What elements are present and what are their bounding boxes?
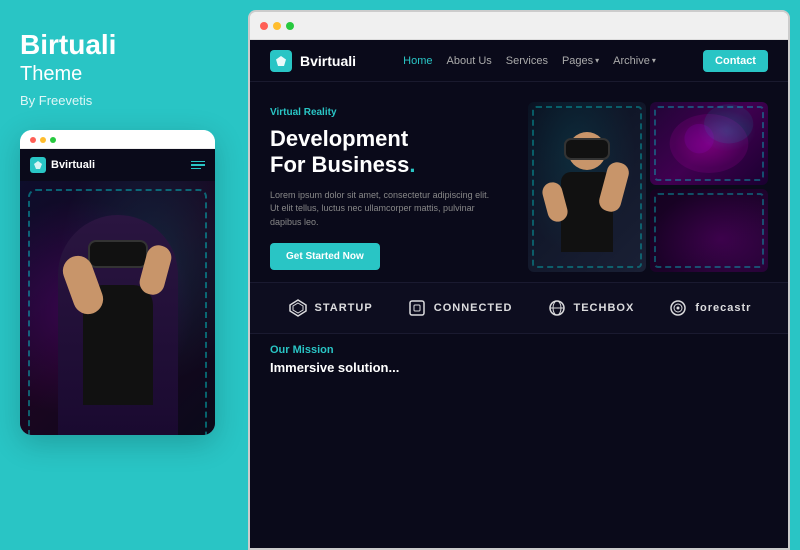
mobile-hamburger-icon[interactable] bbox=[191, 161, 205, 170]
connected-label: CONNECTED bbox=[434, 302, 513, 314]
hero-image-1 bbox=[650, 102, 768, 185]
browser-dot-red bbox=[260, 22, 268, 30]
brand-section: Birtuali Theme By Freevetis bbox=[20, 30, 220, 108]
forecastr-logo-icon bbox=[667, 297, 689, 319]
logo-forecastr: forecastr bbox=[667, 297, 751, 319]
hero-image-1-inner bbox=[650, 102, 768, 185]
mobile-preview-card: Bvirtuali bbox=[20, 130, 215, 435]
mobile-site-nav: Bvirtuali bbox=[20, 149, 215, 181]
person-silhouette bbox=[58, 215, 178, 435]
hero-image-large-inner bbox=[528, 102, 646, 272]
forecastr-label: forecastr bbox=[695, 302, 751, 314]
hero-image-2 bbox=[650, 189, 768, 272]
techbox-logo-icon bbox=[546, 297, 568, 319]
nav-link-archive[interactable]: Archive ▾ bbox=[613, 55, 656, 67]
startup-label: STARTUP bbox=[315, 302, 373, 314]
site-logo-icon bbox=[270, 50, 292, 72]
mobile-dot-yellow bbox=[40, 137, 46, 143]
website-content: Bvirtuali Home About Us Services Pages ▾… bbox=[250, 40, 788, 548]
hero-tag: Virtual Reality bbox=[270, 107, 513, 118]
pages-chevron-icon: ▾ bbox=[595, 56, 599, 65]
site-nav-links: Home About Us Services Pages ▾ Archive ▾ bbox=[403, 55, 656, 67]
startup-logo-icon bbox=[287, 297, 309, 319]
mobile-browser-chrome bbox=[20, 130, 215, 149]
site-brand: Bvirtuali bbox=[270, 50, 356, 72]
large-person-hand-right bbox=[597, 160, 631, 214]
hero-images-grid bbox=[528, 102, 768, 272]
mobile-brand: Bvirtuali bbox=[30, 157, 95, 173]
site-brand-name: Bvirtuali bbox=[300, 53, 356, 69]
contact-button[interactable]: Contact bbox=[703, 50, 768, 72]
mission-section: Our Mission Immersive solution... bbox=[250, 333, 788, 385]
mobile-dot-green bbox=[50, 137, 56, 143]
hero-image-large bbox=[528, 102, 646, 272]
connected-logo-icon bbox=[406, 297, 428, 319]
brand-subtitle: Theme bbox=[20, 61, 220, 87]
techbox-label: TECHBOX bbox=[574, 302, 635, 314]
mobile-brand-label: Bvirtuali bbox=[51, 159, 95, 171]
browser-dot-green bbox=[286, 22, 294, 30]
mission-title: Our Mission bbox=[270, 344, 768, 356]
vr-headset bbox=[88, 240, 148, 268]
nav-link-home[interactable]: Home bbox=[403, 55, 432, 67]
hero-neon-graphic bbox=[650, 102, 768, 185]
nav-link-pages[interactable]: Pages ▾ bbox=[562, 55, 599, 67]
site-nav: Bvirtuali Home About Us Services Pages ▾… bbox=[250, 40, 788, 82]
hero-title-line2: For Business. bbox=[270, 152, 416, 177]
brand-by: By Freevetis bbox=[20, 93, 220, 108]
mobile-hero-image bbox=[20, 181, 215, 435]
hero-title: Development For Business. bbox=[270, 126, 513, 179]
large-vr-headset bbox=[564, 138, 610, 160]
large-person-figure bbox=[547, 132, 627, 272]
mobile-hero-section bbox=[20, 181, 215, 435]
logo-startup: STARTUP bbox=[287, 297, 373, 319]
nav-link-about[interactable]: About Us bbox=[447, 55, 492, 67]
get-started-button[interactable]: Get Started Now bbox=[270, 243, 380, 270]
right-panel-desktop-preview: Bvirtuali Home About Us Services Pages ▾… bbox=[248, 10, 790, 550]
mobile-dot-red bbox=[30, 137, 36, 143]
hero-section: Virtual Reality Development For Business… bbox=[250, 82, 788, 282]
logo-connected: CONNECTED bbox=[406, 297, 513, 319]
brand-title: Birtuali bbox=[20, 30, 220, 61]
small-glow bbox=[650, 189, 768, 272]
logo-techbox: TECHBOX bbox=[546, 297, 635, 319]
hero-title-line1: Development bbox=[270, 126, 408, 151]
hero-left-content: Virtual Reality Development For Business… bbox=[270, 102, 513, 272]
mobile-logo-icon bbox=[30, 157, 46, 173]
logos-bar: STARTUP CONNECTED bbox=[250, 282, 788, 333]
browser-dot-yellow bbox=[273, 22, 281, 30]
archive-chevron-icon: ▾ bbox=[652, 56, 656, 65]
mission-subtitle: Immersive solution... bbox=[270, 360, 768, 375]
browser-chrome bbox=[250, 12, 788, 40]
mobile-window-dots bbox=[30, 137, 56, 143]
nav-link-services[interactable]: Services bbox=[506, 55, 548, 67]
hero-description: Lorem ipsum dolor sit amet, consectetur … bbox=[270, 189, 490, 230]
left-panel: Birtuali Theme By Freevetis Bvirtuali bbox=[0, 0, 240, 550]
hero-image-2-inner bbox=[650, 189, 768, 272]
